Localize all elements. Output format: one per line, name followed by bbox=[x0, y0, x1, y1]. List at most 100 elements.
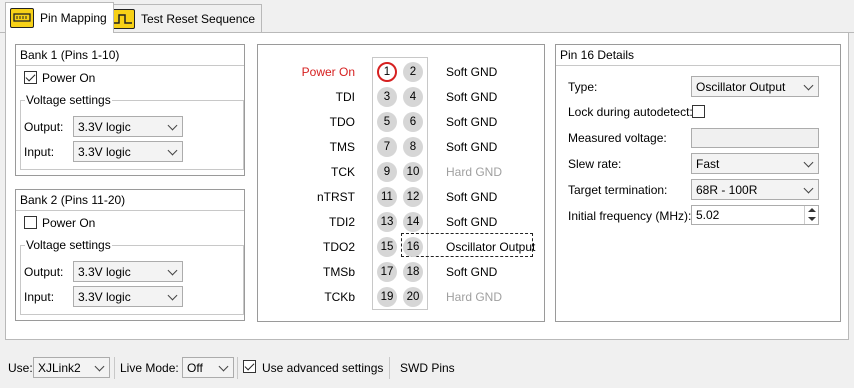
bank1-input-label: Input: bbox=[24, 145, 55, 159]
tab-test-reset-sequence[interactable]: Test Reset Sequence bbox=[106, 4, 263, 32]
pin-signal-label: Power On bbox=[301, 65, 355, 79]
pin-6[interactable]: 6 bbox=[403, 112, 423, 132]
chevron-down-icon bbox=[167, 145, 178, 156]
select-value: XJLink2 bbox=[38, 361, 81, 375]
pin-details-group: Pin 16 Details Type: Oscillator Output L… bbox=[555, 44, 841, 322]
tab-pin-mapping[interactable]: Pin Mapping bbox=[5, 2, 114, 33]
pin-diagram: Power On 1 2 Soft GND TDI 3 4 Soft GND TDO 5 6 Soft… bbox=[257, 44, 545, 322]
lock-autodetect-checkbox[interactable] bbox=[692, 105, 705, 118]
bank1-title: Bank 1 (Pins 1-10) bbox=[16, 45, 244, 66]
bank2-output-select[interactable]: 3.3V logic bbox=[73, 261, 183, 282]
pin-8[interactable]: 8 bbox=[403, 137, 423, 157]
pin-1[interactable]: 1 bbox=[377, 62, 397, 82]
pin-function-label[interactable]: Soft GND bbox=[446, 215, 497, 229]
pin-7[interactable]: 7 bbox=[377, 137, 397, 157]
type-label: Type: bbox=[568, 80, 598, 94]
pin-17[interactable]: 17 bbox=[377, 262, 397, 282]
spinner-down-icon[interactable] bbox=[808, 217, 816, 221]
swd-pins-button[interactable]: SWD Pins bbox=[400, 361, 455, 375]
bank2-input-label: Input: bbox=[24, 290, 55, 304]
pin-14[interactable]: 14 bbox=[403, 212, 423, 232]
chevron-down-icon bbox=[167, 265, 178, 276]
select-value: 3.3V logic bbox=[78, 290, 131, 304]
pin-16[interactable]: 16 bbox=[403, 237, 423, 257]
pin-signal-label: TDI2 bbox=[328, 215, 355, 229]
bank1-power-label: Power On bbox=[42, 71, 96, 85]
bank2-input-select[interactable]: 3.3V logic bbox=[73, 286, 183, 307]
pin-10[interactable]: 10 bbox=[403, 162, 423, 182]
pin-9[interactable]: 9 bbox=[377, 162, 397, 182]
measured-voltage-label: Measured voltage: bbox=[568, 131, 667, 145]
pin-signal-label: nTRST bbox=[316, 190, 355, 204]
pin-12[interactable]: 12 bbox=[403, 187, 423, 207]
spinner-up-icon[interactable] bbox=[808, 208, 816, 212]
advanced-settings-label: Use advanced settings bbox=[262, 361, 384, 375]
input-value: 5.02 bbox=[696, 208, 720, 222]
pin-function-label[interactable]: Soft GND bbox=[446, 115, 497, 129]
bank2-power-label: Power On bbox=[42, 216, 96, 230]
target-termination-label: Target termination: bbox=[568, 183, 668, 197]
live-mode-select[interactable]: Off bbox=[182, 357, 234, 378]
bank1-group: Bank 1 (Pins 1-10) Power On Voltage sett… bbox=[15, 44, 245, 176]
reset-sequence-icon bbox=[111, 8, 135, 29]
pin-function-label[interactable]: Hard GND bbox=[446, 165, 502, 179]
pin-19[interactable]: 19 bbox=[377, 287, 397, 307]
voltage-settings-label: Voltage settings bbox=[25, 93, 112, 107]
select-value: 3.3V logic bbox=[78, 145, 131, 159]
pin-signal-label: TDI bbox=[335, 90, 355, 104]
pin-signal-label: TMSb bbox=[322, 265, 355, 279]
chevron-down-icon bbox=[218, 361, 229, 372]
toolbar-separator bbox=[389, 357, 390, 379]
chevron-down-icon bbox=[803, 80, 814, 91]
pin-signal-label: TCKb bbox=[324, 290, 355, 304]
tab-label: Pin Mapping bbox=[40, 11, 107, 25]
pin-4[interactable]: 4 bbox=[403, 87, 423, 107]
live-mode-label: Live Mode: bbox=[120, 361, 179, 375]
voltage-settings-label: Voltage settings bbox=[25, 238, 112, 252]
initial-frequency-label: Initial frequency (MHz): bbox=[568, 209, 692, 223]
pin-signal-label: TCK bbox=[331, 165, 355, 179]
pin-18[interactable]: 18 bbox=[403, 262, 423, 282]
bank2-power-checkbox[interactable] bbox=[24, 216, 37, 229]
bank1-power-checkbox[interactable] bbox=[24, 71, 37, 84]
bank2-title: Bank 2 (Pins 11-20) bbox=[16, 190, 244, 211]
chevron-down-icon bbox=[167, 290, 178, 301]
pin-15[interactable]: 15 bbox=[377, 237, 397, 257]
slew-rate-label: Slew rate: bbox=[568, 157, 622, 171]
initial-frequency-input[interactable]: 5.02 bbox=[691, 205, 819, 225]
bank1-output-label: Output: bbox=[24, 120, 64, 134]
pin-20[interactable]: 20 bbox=[403, 287, 423, 307]
pin-11[interactable]: 11 bbox=[377, 187, 397, 207]
pin-5[interactable]: 5 bbox=[377, 112, 397, 132]
pin-signal-label: TMS bbox=[329, 140, 355, 154]
bank2-output-label: Output: bbox=[24, 265, 64, 279]
chevron-down-icon bbox=[94, 361, 105, 372]
pin-3[interactable]: 3 bbox=[377, 87, 397, 107]
pin-signal-label: TDO bbox=[329, 115, 355, 129]
advanced-settings-checkbox[interactable] bbox=[243, 360, 256, 373]
pin-function-label[interactable]: Soft GND bbox=[446, 90, 497, 104]
pin-signal-label: TDO2 bbox=[322, 240, 355, 254]
chevron-down-icon bbox=[167, 120, 178, 131]
pin-13[interactable]: 13 bbox=[377, 212, 397, 232]
pin-function-label[interactable]: Soft GND bbox=[446, 265, 497, 279]
slew-rate-select[interactable]: Fast bbox=[691, 153, 819, 174]
type-select[interactable]: Oscillator Output bbox=[691, 76, 819, 97]
target-termination-select[interactable]: 68R - 100R bbox=[691, 179, 819, 200]
select-value: Oscillator Output bbox=[696, 80, 786, 94]
bank1-output-select[interactable]: 3.3V logic bbox=[73, 116, 183, 137]
use-label: Use: bbox=[8, 361, 33, 375]
toolbar-separator bbox=[114, 357, 115, 379]
pin-function-label[interactable]: Oscillator Output bbox=[446, 240, 535, 254]
pin-function-label[interactable]: Soft GND bbox=[446, 190, 497, 204]
chevron-down-icon bbox=[803, 157, 814, 168]
spinner-buttons[interactable] bbox=[804, 206, 818, 224]
pin-details-title: Pin 16 Details bbox=[556, 45, 840, 66]
use-select[interactable]: XJLink2 bbox=[33, 357, 110, 378]
bank1-input-select[interactable]: 3.3V logic bbox=[73, 141, 183, 162]
select-value: Fast bbox=[696, 157, 720, 171]
pin-function-label[interactable]: Soft GND bbox=[446, 65, 497, 79]
pin-function-label[interactable]: Soft GND bbox=[446, 140, 497, 154]
pin-function-label[interactable]: Hard GND bbox=[446, 290, 502, 304]
pin-2[interactable]: 2 bbox=[403, 62, 423, 82]
